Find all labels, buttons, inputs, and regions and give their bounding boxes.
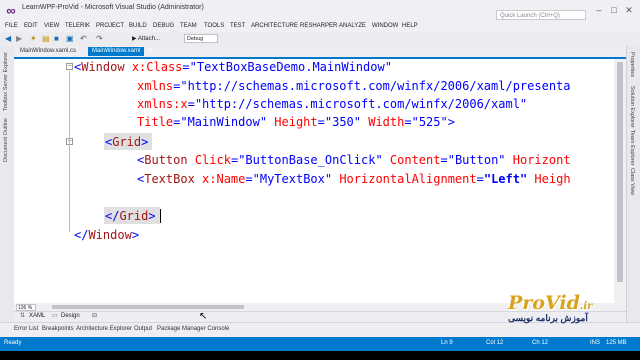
open-icon[interactable]: ▤: [42, 34, 50, 44]
tab-error-list[interactable]: Error List: [14, 326, 38, 332]
mouse-cursor-icon: ↖: [199, 311, 208, 322]
undo-icon[interactable]: ↶: [80, 34, 87, 44]
server-explorer-tab[interactable]: Server Explorer: [3, 52, 9, 90]
menu-project[interactable]: PROJECT: [96, 23, 124, 29]
tab-output[interactable]: Output: [134, 326, 152, 332]
letterbox-bar: [0, 351, 640, 360]
tab-mainwindow-xaml-cs[interactable]: MainWindow.xaml.cs: [16, 47, 80, 56]
quick-launch-input[interactable]: Quick Launch (Ctrl+Q): [496, 10, 586, 20]
tab-architecture-explorer[interactable]: Architecture Explorer: [76, 326, 132, 332]
tab-close-icon[interactable]: ✕: [148, 47, 153, 56]
menu-view[interactable]: VIEW: [44, 23, 59, 29]
menu-telerik[interactable]: TELERIK: [65, 23, 90, 29]
vertical-scroll-thumb[interactable]: [617, 62, 623, 282]
code-line[interactable]: <TextBox x:Name="MyTextBox" HorizontalAl…: [137, 170, 571, 188]
close-button[interactable]: ✕: [622, 3, 636, 17]
code-line[interactable]: </Grid>: [105, 207, 156, 225]
editor-gutter: [14, 59, 66, 303]
text-caret: [160, 209, 161, 223]
menu-file[interactable]: FILE: [5, 23, 18, 29]
code-line[interactable]: <Window x:Class="TextBoxBaseDemo.MainWin…: [74, 58, 392, 76]
horizontal-scroll-thumb[interactable]: [52, 305, 244, 309]
collapse-window-icon[interactable]: −: [66, 63, 73, 70]
status-text: Ready: [4, 340, 22, 346]
zoom-dropdown[interactable]: 136 %: [16, 304, 36, 311]
code-line[interactable]: <Button Click="ButtonBase_OnClick" Conte…: [137, 151, 571, 169]
solution-explorer-tab[interactable]: Solution Explorer: [629, 86, 635, 128]
save-all-icon[interactable]: ▣: [66, 34, 74, 44]
code-line[interactable]: </Window>: [74, 226, 139, 244]
menu-resharper[interactable]: RESHARPER: [300, 23, 337, 29]
document-outline-tab[interactable]: Document Outline: [3, 118, 9, 162]
forward-icon[interactable]: ▶: [16, 34, 22, 44]
tab-package-manager-console[interactable]: Package Manager Console: [157, 326, 229, 332]
menu-tools[interactable]: TOOLS: [204, 23, 224, 29]
tab-breakpoints[interactable]: Breakpoints: [42, 326, 74, 332]
menu-team[interactable]: TEAM: [180, 23, 197, 29]
window-title: LearnWPF-ProVid - Microsoft Visual Studi…: [22, 4, 204, 11]
team-explorer-tab[interactable]: Team Explorer: [629, 130, 635, 165]
maximize-button[interactable]: □: [607, 3, 621, 17]
menu-debug[interactable]: DEBUG: [153, 23, 174, 29]
visual-studio-logo-icon: ∞: [6, 3, 16, 18]
minimize-button[interactable]: –: [592, 3, 606, 17]
design-icon[interactable]: ▭: [52, 312, 58, 321]
status-char: Ch 12: [532, 340, 549, 346]
code-line[interactable]: xmlns="http://schemas.microsoft.com/winf…: [137, 77, 571, 95]
menu-help[interactable]: HELP: [402, 23, 418, 29]
menu-edit[interactable]: EDIT: [24, 23, 38, 29]
toolbox-tab[interactable]: Toolbox: [3, 92, 9, 111]
split-icon[interactable]: ⊟: [92, 312, 97, 321]
solution-config-dropdown[interactable]: Debug: [184, 34, 218, 43]
status-line: Ln 9: [441, 340, 453, 346]
class-view-tab[interactable]: Class View: [629, 168, 635, 195]
attach-button[interactable]: ▶ Attach...: [132, 34, 160, 44]
save-icon[interactable]: ■: [54, 34, 59, 44]
provid-logo: ProVid.ir: [508, 292, 593, 314]
code-line[interactable]: Title="MainWindow" Height="350" Width="5…: [137, 113, 455, 131]
swap-icon[interactable]: ⇅: [20, 312, 25, 321]
status-column: Col 12: [486, 340, 504, 346]
status-insert-mode: INS: [590, 340, 601, 346]
tab-mainwindow-xaml[interactable]: MainWindow.xaml: [88, 47, 145, 56]
code-line[interactable]: <Grid>: [105, 133, 148, 151]
new-project-icon[interactable]: ✦: [30, 34, 37, 44]
design-view-button[interactable]: Design: [61, 312, 80, 321]
menu-analyze[interactable]: ANALYZE: [339, 23, 366, 29]
properties-tab[interactable]: Properties: [629, 52, 635, 77]
menu-window[interactable]: WINDOW: [372, 23, 398, 29]
code-line[interactable]: xmlns:x="http://schemas.microsoft.com/wi…: [137, 95, 527, 113]
status-memory: 125 MB: [606, 340, 627, 346]
menu-build[interactable]: BUILD: [129, 23, 147, 29]
menu-architecture[interactable]: ARCHITECTURE: [251, 23, 298, 29]
back-icon[interactable]: ◀: [5, 34, 11, 44]
redo-icon[interactable]: ↷: [96, 34, 103, 44]
outline-guide-line: [69, 71, 70, 232]
logo-subtitle: آموزش برنامه نویسی: [508, 313, 588, 323]
menu-test[interactable]: TEST: [230, 23, 245, 29]
xaml-view-button[interactable]: XAML: [29, 312, 45, 321]
